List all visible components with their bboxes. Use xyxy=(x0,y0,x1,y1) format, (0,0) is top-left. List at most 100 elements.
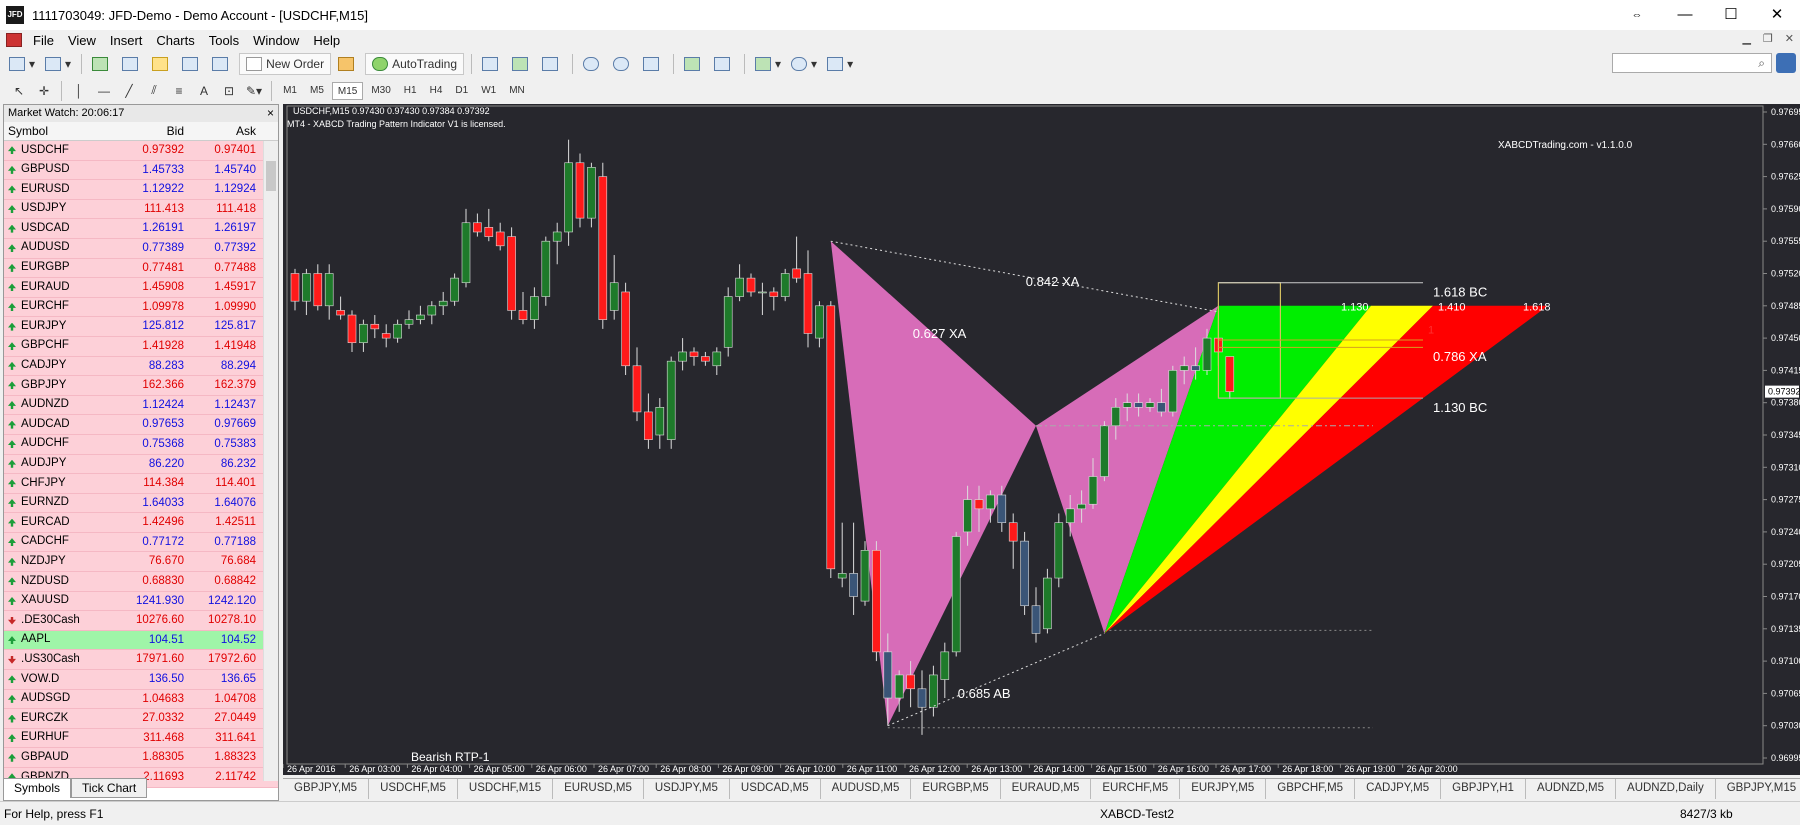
chart-tab[interactable]: AUDUSD,M5 xyxy=(821,779,912,799)
vertical-line-tool[interactable]: │ xyxy=(68,80,90,102)
timeframe-w1[interactable]: W1 xyxy=(476,82,501,100)
search-icon[interactable]: ⌕ xyxy=(1758,56,1765,71)
market-watch-row[interactable]: AUDJPY 86.220 86.232 xyxy=(4,454,278,475)
chart-tab[interactable]: USDCHF,M5 xyxy=(369,779,458,799)
chart-window-icon[interactable] xyxy=(6,33,22,47)
chart-tab[interactable]: EURGBP,M5 xyxy=(911,779,1001,799)
horizontal-line-tool[interactable]: ― xyxy=(93,80,115,102)
indicators-button[interactable]: ▾ xyxy=(752,53,784,75)
chart-tab[interactable]: EURUSD,M5 xyxy=(553,779,644,799)
timeframe-m30[interactable]: M30 xyxy=(366,82,395,100)
market-watch-row[interactable]: .DE30Cash 10276.60 10278.10 xyxy=(4,611,278,631)
minimize-button[interactable]: — xyxy=(1662,0,1708,30)
market-watch-row[interactable]: EURCAD 1.42496 1.42511 xyxy=(4,513,278,533)
strategy-tester-toggle[interactable] xyxy=(209,53,235,75)
text-tool[interactable]: A xyxy=(193,80,215,102)
line-chart-button[interactable] xyxy=(539,53,565,75)
profiles-button[interactable]: ▾ xyxy=(42,53,74,75)
column-bid[interactable]: Bid xyxy=(116,122,188,140)
market-watch-row[interactable]: CADJPY 88.283 88.294 xyxy=(4,356,278,377)
menu-window[interactable]: Window xyxy=(246,33,306,48)
market-watch-row[interactable]: GBPJPY 162.366 162.379 xyxy=(4,376,278,396)
market-watch-toggle[interactable] xyxy=(89,53,115,75)
market-watch-row[interactable]: CHFJPY 114.384 114.401 xyxy=(4,474,278,494)
chart-tab[interactable]: USDCAD,M5 xyxy=(730,779,821,799)
candlestick-button[interactable] xyxy=(509,53,535,75)
menu-help[interactable]: Help xyxy=(306,33,347,48)
timeframe-h4[interactable]: H4 xyxy=(425,82,448,100)
market-watch-row[interactable]: NZDUSD 0.68830 0.68842 xyxy=(4,572,278,592)
restore-arrows-icon[interactable]: ⇔ xyxy=(1614,0,1660,30)
market-watch-row[interactable]: EURGBP 0.77481 0.77488 xyxy=(4,258,278,279)
market-watch-row[interactable]: GBPAUD 1.88305 1.88323 xyxy=(4,748,278,768)
trendline-tool[interactable]: ╱ xyxy=(118,80,140,102)
autoscroll-button[interactable] xyxy=(681,53,707,75)
templates-button[interactable]: ▾ xyxy=(824,53,856,75)
bar-chart-button[interactable] xyxy=(479,53,505,75)
chart-tab[interactable]: AUDNZD,Daily xyxy=(1616,779,1716,799)
close-icon[interactable]: × xyxy=(267,105,274,122)
tab-symbols[interactable]: Symbols xyxy=(3,778,72,798)
market-watch-row[interactable]: AUDSGD 1.04683 1.04708 xyxy=(4,689,278,710)
search-input[interactable]: ⌕ xyxy=(1612,53,1772,73)
menu-view[interactable]: View xyxy=(61,33,103,48)
periods-button[interactable]: ▾ xyxy=(788,53,820,75)
maximize-button[interactable]: ☐ xyxy=(1708,0,1754,30)
timeframe-h1[interactable]: H1 xyxy=(399,82,422,100)
chart-tab[interactable]: AUDNZD,M5 xyxy=(1526,779,1617,799)
market-watch-row[interactable]: .US30Cash 17971.60 17972.60 xyxy=(4,650,278,671)
chart-shift-button[interactable] xyxy=(711,53,737,75)
label-tool[interactable]: ⊡ xyxy=(218,80,240,102)
timeframe-mn[interactable]: MN xyxy=(504,82,530,100)
menu-tools[interactable]: Tools xyxy=(202,33,246,48)
market-watch-row[interactable]: EURUSD 1.12922 1.12924 xyxy=(4,180,278,200)
chart-tab[interactable]: EURCHF,M5 xyxy=(1091,779,1181,799)
market-watch-row[interactable]: AUDCHF 0.75368 0.75383 xyxy=(4,434,278,455)
favorites-toggle[interactable] xyxy=(149,53,175,75)
new-chart-button[interactable]: ▾ xyxy=(6,53,38,75)
market-watch-row[interactable]: EURCHF 1.09978 1.09990 xyxy=(4,297,278,318)
zoom-in-button[interactable] xyxy=(580,53,606,75)
chart-tab[interactable]: EURJPY,M5 xyxy=(1180,779,1267,799)
menu-file[interactable]: File xyxy=(26,33,61,48)
mdi-minimize-icon[interactable]: ▁ xyxy=(1742,32,1750,45)
arrows-tool[interactable]: ✎▾ xyxy=(243,80,265,102)
chart-tab[interactable]: GBPJPY,M5 xyxy=(283,779,370,799)
market-watch-row[interactable]: AAPL 104.51 104.52 xyxy=(4,630,278,651)
tile-windows-button[interactable] xyxy=(640,53,666,75)
fibonacci-tool[interactable]: ≡ xyxy=(168,80,190,102)
chart-tab[interactable]: GBPJPY,H1 xyxy=(1441,779,1526,799)
timeframe-d1[interactable]: D1 xyxy=(450,82,473,100)
market-watch-row[interactable]: NZDJPY 76.670 76.684 xyxy=(4,552,278,573)
market-watch-row[interactable]: USDJPY 111.413 111.418 xyxy=(4,199,278,220)
timeframe-m5[interactable]: M5 xyxy=(305,82,329,100)
market-watch-row[interactable]: VOW.D 136.50 136.65 xyxy=(4,670,278,690)
chart-tab[interactable]: CADJPY,M5 xyxy=(1355,779,1442,799)
terminal-toggle[interactable] xyxy=(179,53,205,75)
metaeditor-button[interactable] xyxy=(335,53,361,75)
channel-tool[interactable]: ⫽ xyxy=(143,80,165,102)
market-watch-row[interactable]: EURCZK 27.0332 27.0449 xyxy=(4,709,278,729)
autotrading-button[interactable]: AutoTrading xyxy=(365,53,465,75)
close-button[interactable]: ✕ xyxy=(1754,0,1800,30)
market-watch-row[interactable]: USDCAD 1.26191 1.26197 xyxy=(4,219,278,239)
new-order-button[interactable]: New Order xyxy=(239,53,332,75)
timeframe-m1[interactable]: M1 xyxy=(278,82,302,100)
menu-insert[interactable]: Insert xyxy=(103,33,150,48)
scrollbar-thumb[interactable] xyxy=(266,161,276,191)
market-watch-row[interactable]: EURJPY 125.812 125.817 xyxy=(4,317,278,337)
mdi-close-icon[interactable]: ✕ xyxy=(1785,32,1794,45)
column-symbol[interactable]: Symbol xyxy=(4,122,116,140)
market-watch-row[interactable]: AUDUSD 0.77389 0.77392 xyxy=(4,238,278,259)
zoom-out-button[interactable] xyxy=(610,53,636,75)
market-watch-row[interactable]: USDCHF 0.97392 0.97401 xyxy=(4,141,278,161)
chart-tab[interactable]: USDJPY,M5 xyxy=(644,779,730,799)
market-watch-row[interactable]: AUDCAD 0.97653 0.97669 xyxy=(4,415,278,435)
chart-tab[interactable]: GBPCHF,M5 xyxy=(1266,779,1356,799)
market-watch-row[interactable]: EURAUD 1.45908 1.45917 xyxy=(4,278,278,298)
chart-tab[interactable]: GBPJPY,M15 xyxy=(1716,779,1800,799)
crosshair-tool[interactable]: ✛ xyxy=(33,80,55,102)
tab-tick-chart[interactable]: Tick Chart xyxy=(71,778,148,798)
navigator-toggle[interactable] xyxy=(119,53,145,75)
chart-window[interactable]: 0.842 XA 0.627 XA 0.685 AB 1.618 BC 0.786 XA… xyxy=(283,104,1800,775)
